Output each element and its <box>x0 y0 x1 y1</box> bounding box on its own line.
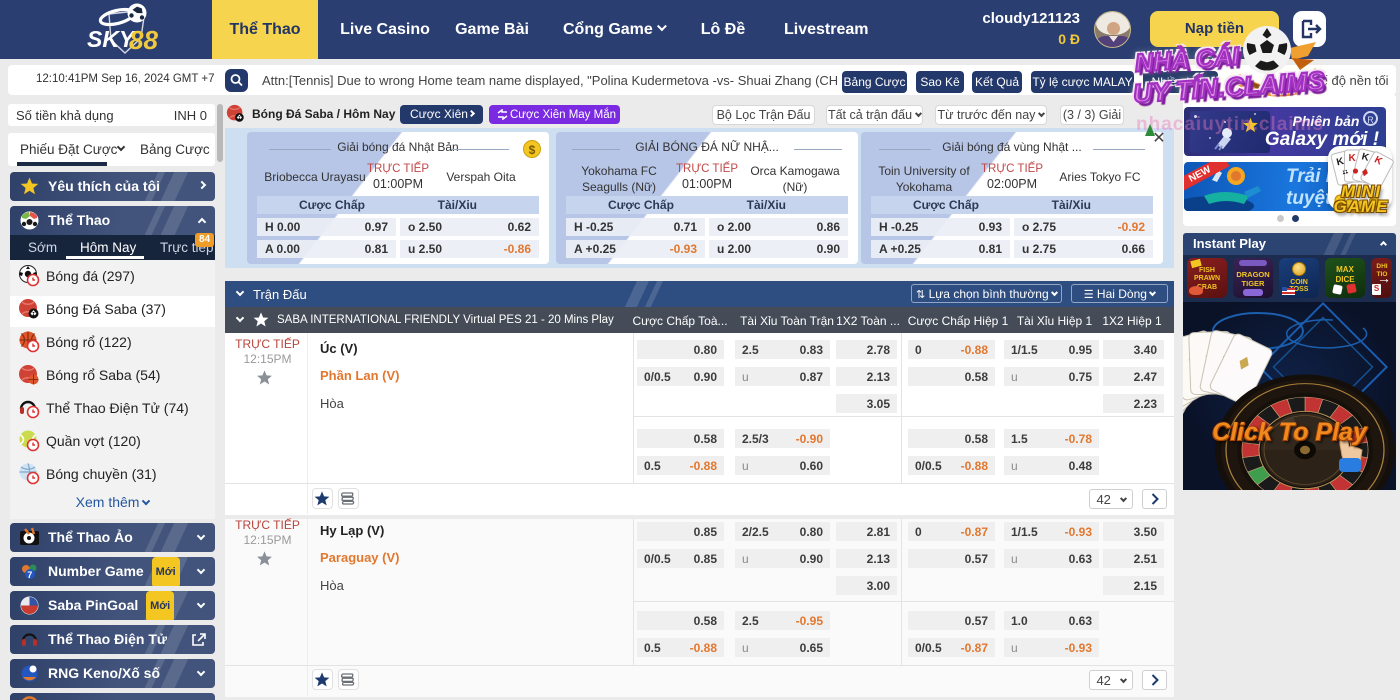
svg-text:K: K <box>1348 153 1356 164</box>
svg-text:7: 7 <box>27 570 32 580</box>
svg-text:88: 88 <box>129 25 158 55</box>
